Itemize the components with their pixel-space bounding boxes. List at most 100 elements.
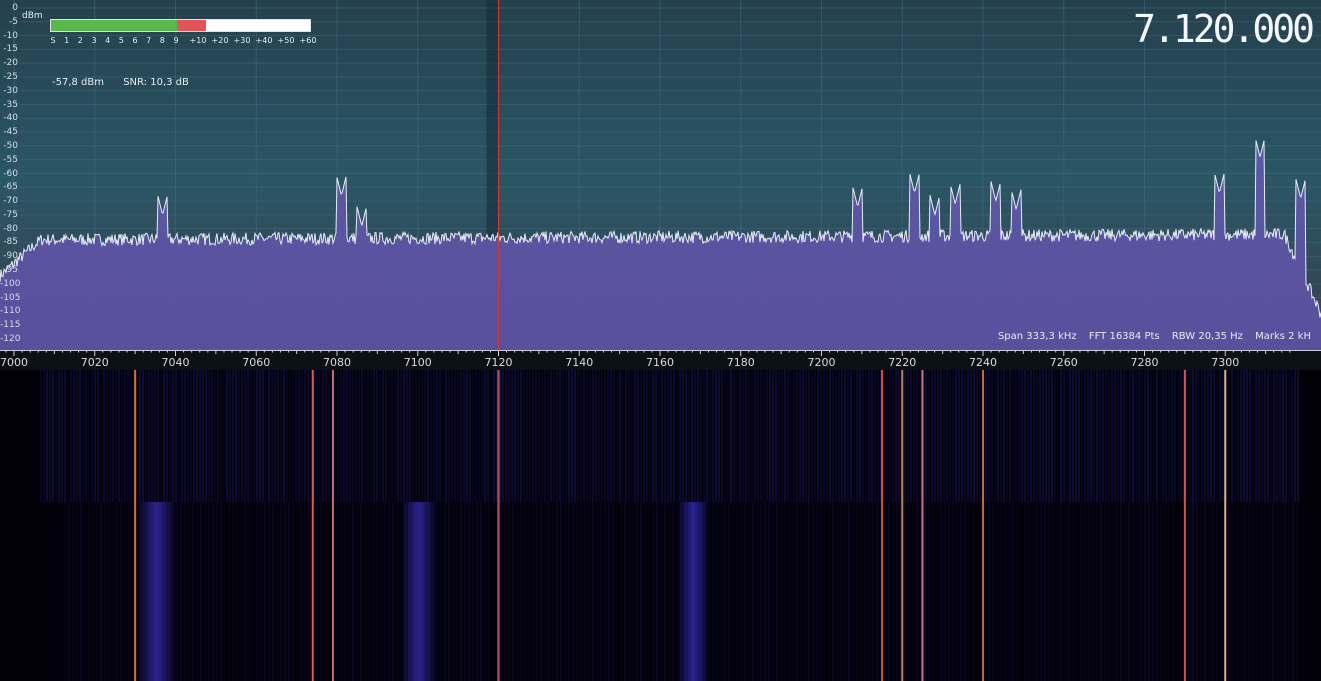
waterfall-column [574,370,576,502]
frequency-tick-label: 7200 [807,356,836,369]
waterfall-column [328,370,330,502]
waterfall-column [1128,502,1130,681]
waterfall-burst [706,502,709,681]
waterfall-column [96,502,98,681]
waterfall-column [568,502,570,681]
waterfall-column [248,502,250,681]
waterfall-column [871,370,873,502]
waterfall-burst [159,502,162,681]
waterfall-column [703,370,705,502]
waterfall-column [199,370,201,502]
waterfall-burst [425,502,429,681]
waterfall-column [700,370,702,502]
waterfall-plot[interactable] [0,370,1321,681]
waterfall-column [139,370,141,502]
waterfall-column [1168,502,1170,681]
waterfall-column [1249,370,1251,502]
waterfall-column [253,370,255,502]
waterfall-column [524,502,526,681]
waterfall-column [361,370,363,502]
waterfall-column [175,370,177,502]
waterfall-column [604,370,606,502]
waterfall-column [552,502,554,681]
waterfall-column [310,370,312,502]
waterfall-column [76,370,78,502]
waterfall-column [180,502,182,681]
waterfall-column [536,502,538,681]
waterfall-column [328,502,330,681]
waterfall-column [904,502,906,681]
waterfall-column [406,370,408,502]
spectrum-plot[interactable] [0,0,1321,350]
waterfall-column [841,370,843,502]
waterfall-column [859,370,861,502]
waterfall-column [1284,502,1286,681]
waterfall-column [637,370,639,502]
rbw-info: RBW 20,35 Hz [1171,331,1243,342]
waterfall-column [732,502,734,681]
waterfall-burst [143,502,146,681]
waterfall-column [823,370,825,502]
waterfall-column [368,502,370,681]
waterfall-column [1285,370,1287,502]
waterfall-burst [698,502,701,681]
waterfall-burst [149,502,152,681]
waterfall-column [1243,370,1245,502]
frequency-tick-label: 7160 [646,356,674,369]
waterfall-column [1021,370,1023,502]
waterfall-column [584,502,586,681]
spectrum-display[interactable]: dBm 0 -5 -10 -15 -20 -25 -30 -35 -40 -45 -50 -55 -60… [0,0,1321,350]
waterfall-column [367,370,369,502]
waterfall-column [877,370,879,502]
waterfall-column [751,370,753,502]
waterfall-display[interactable] [0,370,1321,681]
waterfall-column [1020,502,1022,681]
waterfall-column [68,502,70,681]
waterfall-column [508,502,510,681]
waterfall-column [781,370,783,502]
waterfall-burst [413,502,416,681]
dbm-tick-label: -115 [0,320,21,331]
dbm-tick-label: -25 [3,71,18,82]
waterfall-burst [433,502,437,681]
waterfall-burst [151,502,154,681]
waterfall-column [484,370,486,502]
waterfall-column [828,502,830,681]
waterfall-signal-trace [921,370,924,681]
waterfall-column [1102,370,1104,502]
waterfall-burst [165,502,168,681]
waterfall-column [1171,370,1173,502]
waterfall-column [276,502,278,681]
waterfall-column [46,370,48,502]
waterfall-column [853,370,855,502]
waterfall-column [116,502,118,681]
waterfall-column [588,502,590,681]
waterfall-column [82,370,84,502]
waterfall-column [316,502,318,681]
waterfall-column [544,370,546,502]
waterfall-column [130,370,132,502]
waterfall-noise [40,370,1299,681]
waterfall-column [564,502,566,681]
waterfall-column [628,502,630,681]
frequency-tick-label: 7020 [80,356,109,369]
waterfall-column [466,370,468,502]
vfo-frequency-display[interactable]: 7.120.000 [1133,7,1315,51]
waterfall-column [370,370,372,502]
s-meter-scale-label: +10 [189,36,207,45]
waterfall-column [376,370,378,502]
waterfall-column [598,370,600,502]
waterfall-column [409,370,411,502]
waterfall-column [1044,502,1046,681]
waterfall-column [178,370,180,502]
waterfall-column [1006,370,1008,502]
waterfall-column [1033,370,1035,502]
waterfall-column [1153,370,1155,502]
waterfall-column [550,370,552,502]
waterfall-column [1159,370,1161,502]
waterfall-column [685,370,687,502]
dbm-tick-label: -20 [3,58,18,69]
waterfall-burst [415,502,418,681]
waterfall-column [112,502,114,681]
waterfall-column [325,370,327,502]
